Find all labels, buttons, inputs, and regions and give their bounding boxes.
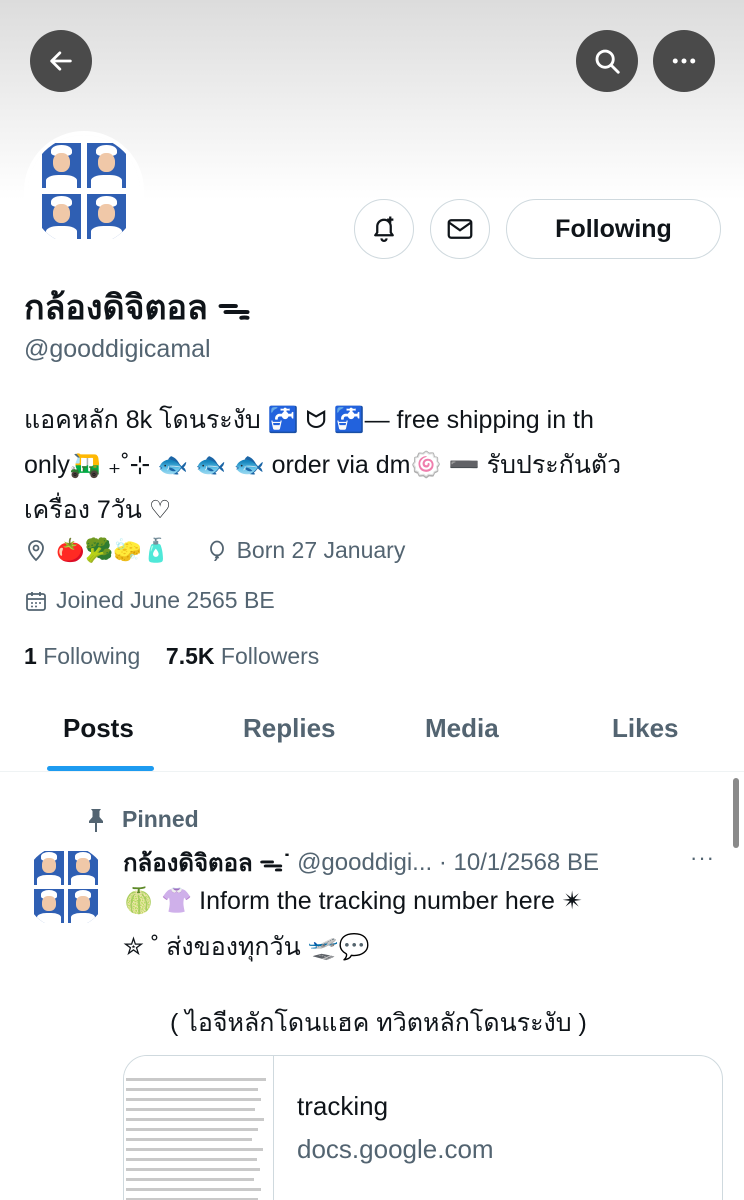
link-card-thumbnail <box>124 1056 274 1200</box>
following-button[interactable]: Following <box>506 199 721 259</box>
profile-joined-row: Joined June 2565 BE <box>24 587 275 614</box>
more-button[interactable] <box>653 30 715 92</box>
tweet-text: 🍈 👚 Inform the tracking number here ✴ ✮ … <box>123 878 723 970</box>
tweet-header: กล้องดิจิตอล ᯓ˙ @gooddigi... · 10/1/2568… <box>123 843 733 882</box>
tweet-text-line: ( ไอจีหลักโดนแฮค ทวิตหลักโดนระงับ ) <box>170 1009 587 1037</box>
tab-likes[interactable]: Likes <box>612 713 679 744</box>
more-horizontal-icon <box>672 58 696 64</box>
profile-meta-row: 🍅🥦🧽🧴 Born 27 January <box>24 537 405 564</box>
pin-icon <box>89 808 103 832</box>
tweet-avatar[interactable] <box>24 845 108 929</box>
tweet-text-line: 🍈 👚 Inform the tracking number here ✴ <box>123 887 583 915</box>
tweet-text-line: ✮ ˚ ส่งของทุกวัน 🛫💬 <box>123 933 370 961</box>
profile-handle: @gooddigicamal <box>24 335 211 363</box>
follow-counts: 1 Following 7.5K Followers <box>24 643 319 670</box>
scrollbar[interactable] <box>733 778 739 848</box>
following-link[interactable]: 1 Following <box>24 643 140 669</box>
search-button[interactable] <box>576 30 638 92</box>
bio-line: only🛺 ₊˚⊹ 🐟 🐟 🐟 order via dm🍥 ➖ รับประกั… <box>24 451 622 479</box>
location-pin-icon <box>28 539 44 561</box>
tweet-author-name[interactable]: กล้องดิจิตอล ᯓ˙ <box>123 843 291 882</box>
notifications-button[interactable] <box>354 199 414 259</box>
bio-line: แอคหลัก 8k โดนระงับ 🚰 ᗢ 🚰— free shipping… <box>24 406 594 434</box>
tab-posts[interactable]: Posts <box>63 713 134 744</box>
message-button[interactable] <box>430 199 490 259</box>
avatar-photo <box>87 143 126 188</box>
link-card[interactable]: tracking docs.google.com <box>123 1055 723 1200</box>
search-icon <box>595 49 620 74</box>
balloon-icon <box>209 540 224 561</box>
profile-bio: แอคหลัก 8k โดนระงับ 🚰 ᗢ 🚰— free shipping… <box>24 398 734 533</box>
profile-avatar[interactable] <box>24 131 144 251</box>
link-card-title: tracking <box>297 1091 389 1121</box>
followers-link[interactable]: 7.5K Followers <box>166 643 319 669</box>
tweet-author-handle[interactable]: @gooddigi... · 10/1/2568 BE <box>297 849 599 877</box>
envelope-icon <box>447 219 473 239</box>
profile-birthday: Born 27 January <box>236 537 406 563</box>
profile-display-name: กล้องดิจิตอล ᯓ <box>24 289 251 327</box>
profile-joined: Joined June 2565 BE <box>56 587 275 613</box>
pinned-indicator: Pinned <box>84 806 199 833</box>
tab-media[interactable]: Media <box>425 713 499 744</box>
profile-tabs: Posts Replies Media Likes <box>0 700 744 772</box>
tab-replies[interactable]: Replies <box>243 713 336 744</box>
active-tab-indicator <box>47 766 154 771</box>
tweet-more-button[interactable]: ··· <box>690 845 715 871</box>
bell-plus-icon <box>374 216 394 242</box>
avatar-photo <box>87 194 126 239</box>
avatar-photo <box>42 194 81 239</box>
arrow-left-icon <box>50 51 72 71</box>
link-card-domain: docs.google.com <box>297 1134 494 1164</box>
back-button[interactable] <box>30 30 92 92</box>
avatar-photo <box>42 143 81 188</box>
calendar-icon <box>26 591 46 611</box>
bio-line: เครื่อง 7วัน ♡ <box>24 496 172 524</box>
profile-location: 🍅🥦🧽🧴 <box>56 537 171 563</box>
